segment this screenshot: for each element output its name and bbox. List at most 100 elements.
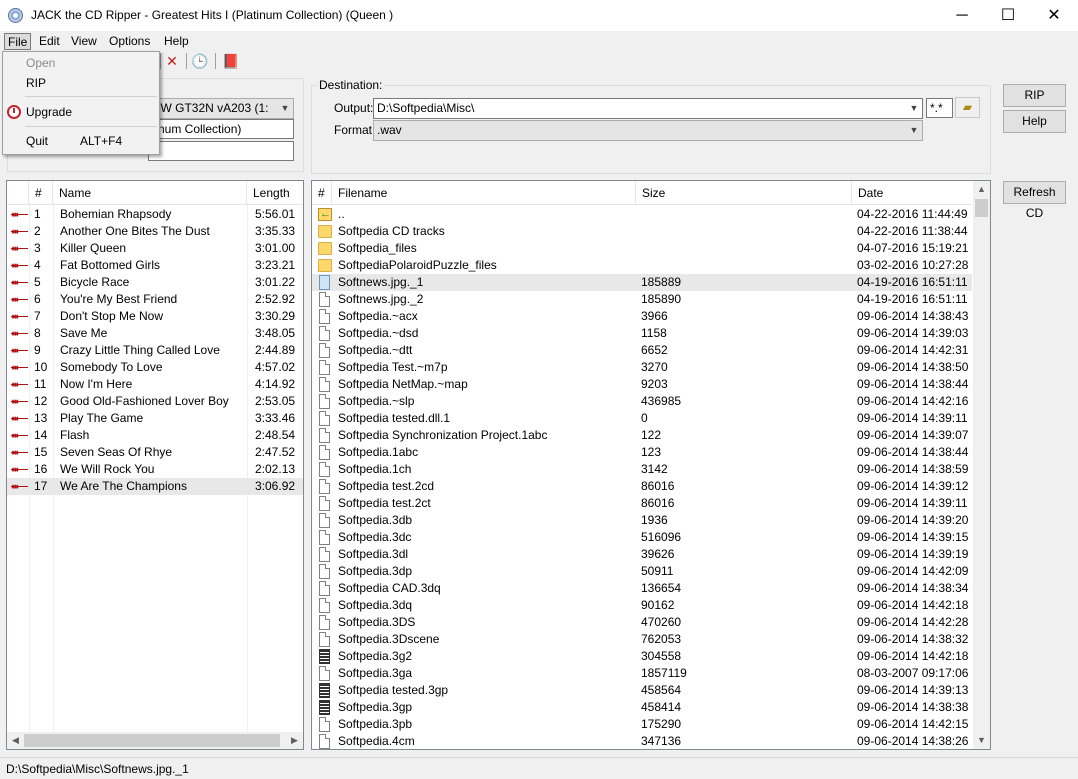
minimize-button[interactable]: ─ [939, 0, 985, 31]
table-row[interactable]: Softpedia NetMap.~map 9203 09-06-2014 14:3… [312, 376, 972, 393]
table-row[interactable]: 17 We Are The Champions 3:06.92 [7, 478, 303, 495]
table-row[interactable]: Softpedia.1abc 123 09-06-2014 14:38:44 [312, 444, 972, 461]
table-row[interactable]: 15 Seven Seas Of Rhye 2:47.52 [7, 444, 303, 461]
file-list-vscrollbar[interactable]: ▲ ▼ [973, 181, 990, 749]
column-length[interactable]: Length [247, 181, 303, 205]
drive-select[interactable]: RW GT32N vA203 (1: ▼ [148, 98, 294, 119]
table-row[interactable]: Softpedia.~slp 436985 09-06-2014 14:42:16 [312, 393, 972, 410]
table-row[interactable]: Softpedia Synchronization Project.1abc 12… [312, 427, 972, 444]
table-row[interactable]: SoftpediaPolaroidPuzzle_files 03-02-2016 … [312, 257, 972, 274]
chevron-down-icon[interactable]: ▼ [906, 99, 922, 118]
column-number[interactable]: # [312, 181, 332, 205]
artist-field[interactable] [148, 141, 294, 161]
scroll-right-icon[interactable]: ▶ [286, 732, 303, 749]
table-row[interactable]: 5 Bicycle Race 3:01.22 [7, 274, 303, 291]
file-name: Softpedia.3dq [338, 598, 413, 612]
table-row[interactable]: .. 04-22-2016 11:44:49 [312, 206, 972, 223]
toolbar-separator [186, 53, 187, 69]
table-row[interactable]: Softpedia.3Dscene 762053 09-06-2014 14:38:… [312, 631, 972, 648]
track-list-hscrollbar[interactable]: ◀ ▶ [7, 732, 303, 749]
file-name: Softpedia tested.dll.1 [338, 411, 451, 425]
table-row[interactable]: 9 Crazy Little Thing Called Love 2:44.89 [7, 342, 303, 359]
column-size[interactable]: Size [636, 181, 852, 205]
rip-button[interactable]: RIP [1003, 84, 1066, 107]
table-row[interactable]: Softpedia CAD.3dq 136654 09-06-2014 14:38:… [312, 580, 972, 597]
table-row[interactable]: Softpedia.3db 1936 09-06-2014 14:39:20 [312, 512, 972, 529]
table-row[interactable]: Softpedia.3pb 175290 09-06-2014 14:42:15 [312, 716, 972, 733]
menu-upgrade-item[interactable]: Upgrade [3, 101, 159, 123]
file-name: Softpedia.1ch [338, 462, 412, 476]
table-row[interactable]: 8 Save Me 3:48.05 [7, 325, 303, 342]
table-row[interactable]: Softpedia.1ch 3142 09-06-2014 14:38:59 [312, 461, 972, 478]
menu-quit-item[interactable]: Quit ALT+F4 [3, 130, 159, 152]
table-row[interactable]: Softpedia.3DS 470260 09-06-2014 14:42:28 [312, 614, 972, 631]
book-icon[interactable]: 📕 [222, 52, 240, 70]
browse-folder-icon[interactable]: ▰ [955, 97, 980, 118]
menu-help[interactable]: Help [161, 33, 192, 50]
scroll-thumb[interactable] [975, 199, 988, 217]
close-button[interactable]: ✕ [1031, 0, 1077, 31]
table-row[interactable]: 14 Flash 2:48.54 [7, 427, 303, 444]
table-row[interactable]: 2 Another One Bites The Dust 3:35.33 [7, 223, 303, 240]
table-row[interactable]: 16 We Will Rock You 2:02.13 [7, 461, 303, 478]
menu-rip-item[interactable]: RIP [3, 72, 159, 94]
file-size [641, 257, 841, 274]
scroll-left-icon[interactable]: ◀ [7, 732, 24, 749]
column-name[interactable]: Name [53, 181, 247, 205]
track-list[interactable]: # Name Length 1 Bohemian Rhapsody 5:56.01 2… [6, 180, 304, 750]
table-row[interactable]: Softpedia.~dsd 1158 09-06-2014 14:39:03 [312, 325, 972, 342]
scroll-down-icon[interactable]: ▼ [973, 732, 990, 749]
table-row[interactable]: Softpedia test.2ct 86016 09-06-2014 14:39:… [312, 495, 972, 512]
table-row[interactable]: 7 Don't Stop Me Now 3:30.29 [7, 308, 303, 325]
table-row[interactable]: 11 Now I'm Here 4:14.92 [7, 376, 303, 393]
table-row[interactable]: 12 Good Old-Fashioned Lover Boy 2:53.05 [7, 393, 303, 410]
table-row[interactable]: 3 Killer Queen 3:01.00 [7, 240, 303, 257]
file-name: Softpedia CD tracks [338, 224, 445, 238]
table-row[interactable]: Softpedia.3gp 458414 09-06-2014 14:38:38 [312, 699, 972, 716]
column-number[interactable]: # [29, 181, 53, 205]
stop-icon[interactable]: ✕ [163, 52, 181, 70]
file-list[interactable]: # Filename Size Date .. 04-22-2016 11:44:… [311, 180, 991, 750]
table-row[interactable]: 6 You're My Best Friend 2:52.92 [7, 291, 303, 308]
table-row[interactable]: 13 Play The Game 3:33.46 [7, 410, 303, 427]
folder-icon [318, 225, 332, 238]
table-row[interactable]: Softpedia CD tracks 04-22-2016 11:38:44 [312, 223, 972, 240]
scroll-thumb[interactable] [24, 734, 280, 747]
table-row[interactable]: 4 Fat Bottomed Girls 3:23.21 [7, 257, 303, 274]
table-row[interactable]: Softpedia.3g2 304558 09-06-2014 14:42:18 [312, 648, 972, 665]
file-mask-field[interactable]: *.* [926, 98, 953, 118]
maximize-button[interactable]: ☐ [985, 0, 1031, 31]
album-field[interactable]: tinum Collection) [148, 119, 294, 139]
table-row[interactable]: Softpedia.3dq 90162 09-06-2014 14:42:18 [312, 597, 972, 614]
table-row[interactable]: Softpedia.3dc 516096 09-06-2014 14:39:15 [312, 529, 972, 546]
scroll-up-icon[interactable]: ▲ [973, 181, 990, 198]
table-row[interactable]: Softpedia_files 04-07-2016 15:19:21 [312, 240, 972, 257]
column-filename[interactable]: Filename [332, 181, 636, 205]
table-row[interactable]: Softpedia.3ga 1857119 08-03-2007 09:17:06 [312, 665, 972, 682]
menu-view[interactable]: View [68, 33, 100, 50]
menu-open-item[interactable]: Open [3, 52, 159, 74]
table-row[interactable]: Softpedia.~dtt 6652 09-06-2014 14:42:31 [312, 342, 972, 359]
table-row[interactable]: Softpedia.3dp 50911 09-06-2014 14:42:09 [312, 563, 972, 580]
file-icon [319, 411, 330, 426]
timer-icon[interactable]: 🕒 [191, 52, 209, 70]
table-row[interactable]: Softnews.jpg._1 185889 04-19-2016 16:51:11 [312, 274, 972, 291]
table-row[interactable]: 1 Bohemian Rhapsody 5:56.01 [7, 206, 303, 223]
table-row[interactable]: Softpedia test.2cd 86016 09-06-2014 14:39:… [312, 478, 972, 495]
refresh-cd-button[interactable]: Refresh CD [1003, 181, 1066, 220]
table-row[interactable]: Softpedia Test.~m7p 3270 09-06-2014 14:38:… [312, 359, 972, 376]
table-row[interactable]: Softpedia.4cm 347136 09-06-2014 14:38:26 [312, 733, 972, 749]
table-row[interactable]: Softpedia.3dl 39626 09-06-2014 14:39:19 [312, 546, 972, 563]
format-select[interactable]: .wav ▼ [373, 120, 923, 141]
menu-file[interactable]: File [4, 33, 32, 50]
help-button[interactable]: Help [1003, 110, 1066, 133]
table-row[interactable]: 10 Somebody To Love 4:57.02 [7, 359, 303, 376]
menu-options[interactable]: Options [106, 33, 153, 50]
table-row[interactable]: Softnews.jpg._2 185890 04-19-2016 16:51:11 [312, 291, 972, 308]
table-row[interactable]: Softpedia tested.dll.1 0 09-06-2014 14:39:… [312, 410, 972, 427]
table-row[interactable]: Softpedia.~acx 3966 09-06-2014 14:38:43 [312, 308, 972, 325]
menu-edit[interactable]: Edit [36, 33, 63, 50]
column-date[interactable]: Date [852, 181, 972, 205]
table-row[interactable]: Softpedia tested.3gp 458564 09-06-2014 14:… [312, 682, 972, 699]
output-path-input[interactable]: D:\Softpedia\Misc\ ▼ [373, 98, 923, 119]
